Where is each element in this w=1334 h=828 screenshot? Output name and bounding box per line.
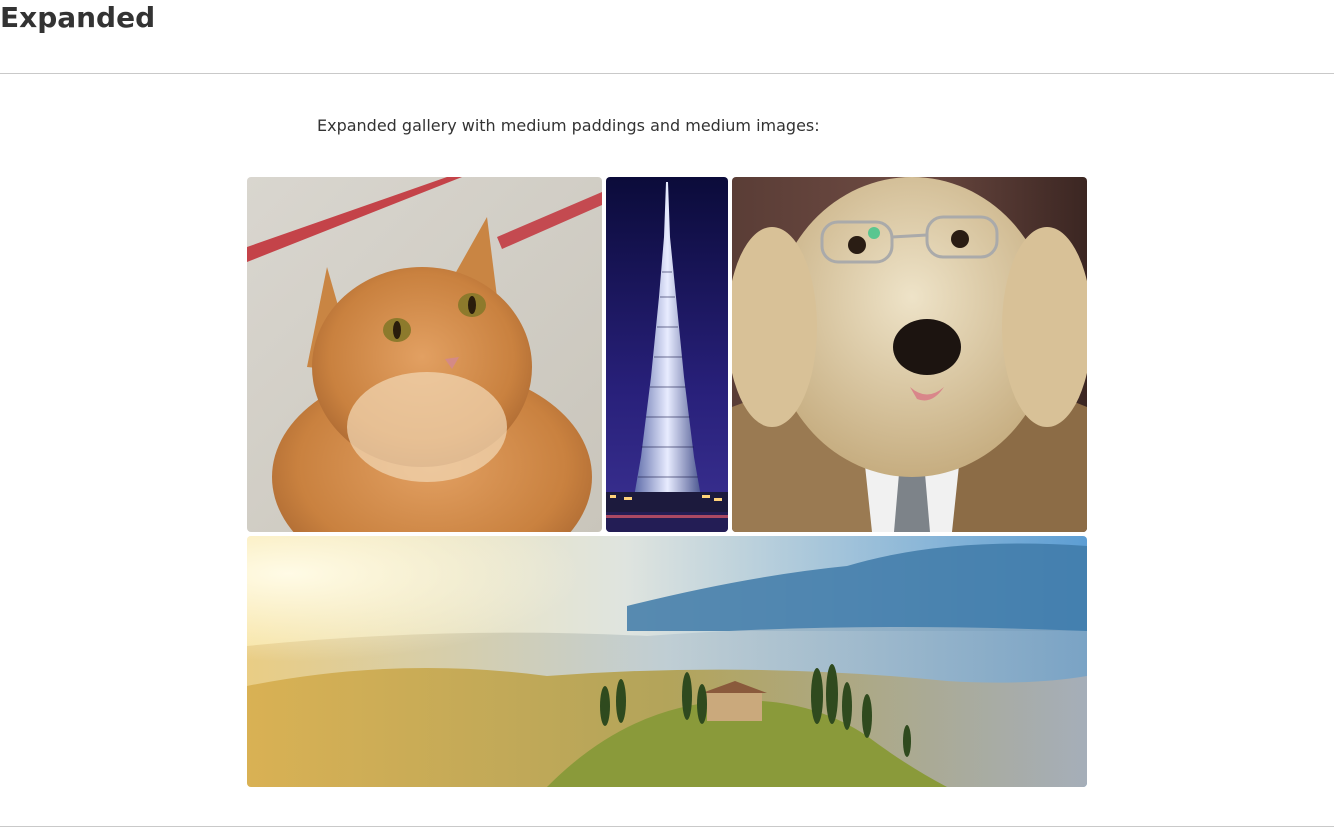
cat-image (247, 177, 602, 532)
gallery-image-dog[interactable] (732, 177, 1087, 532)
dog-image (732, 177, 1087, 532)
page: Expanded Expanded gallery with medium pa… (0, 0, 1334, 828)
top-divider (0, 73, 1334, 74)
gallery-image-tower[interactable] (606, 177, 728, 532)
bottom-divider (0, 826, 1334, 827)
gallery-image-cat[interactable] (247, 177, 602, 532)
tower-image (606, 177, 728, 532)
gallery-image-landscape[interactable] (247, 536, 1087, 787)
gallery-caption: Expanded gallery with medium paddings an… (317, 116, 820, 135)
section-title: Expanded (0, 1, 156, 34)
landscape-image (247, 536, 1087, 787)
